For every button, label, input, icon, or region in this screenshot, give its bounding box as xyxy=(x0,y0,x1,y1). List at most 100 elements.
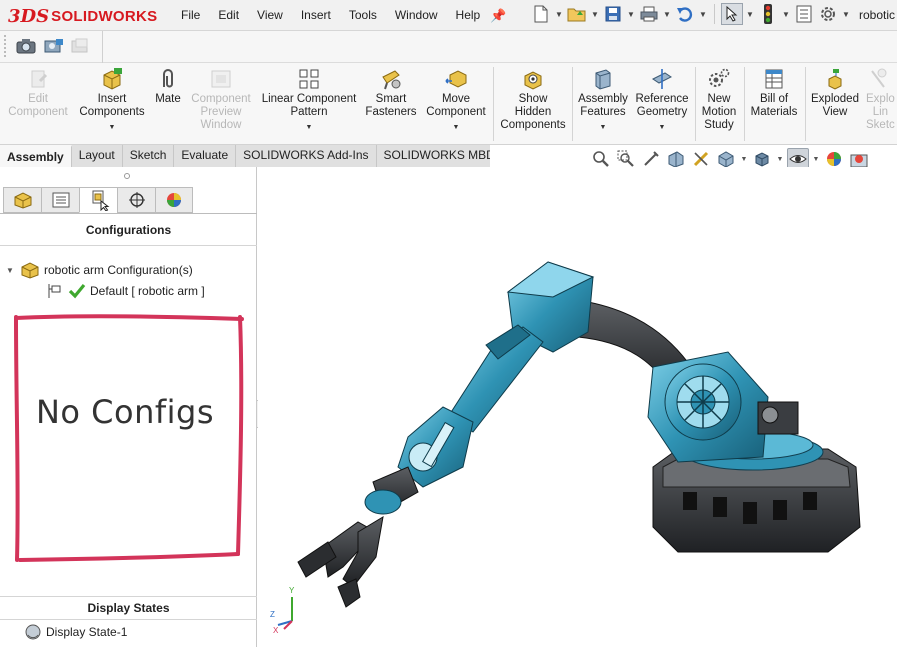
view-orientation-dropdown-arrow[interactable]: ▼ xyxy=(740,156,748,163)
smart-fasteners-icon xyxy=(382,70,401,90)
configuration-root-label: robotic arm Configuration(s) xyxy=(44,263,193,277)
dimxpert-manager-tab[interactable] xyxy=(117,187,155,213)
solidworks-logo[interactable]: 3DS SOLIDWORKS xyxy=(8,4,157,28)
assembly-features-label: Assembly Features xyxy=(578,93,628,118)
insert-components-button[interactable]: Insert Components ▼ xyxy=(76,67,148,134)
undo-dropdown-arrow[interactable]: ▼ xyxy=(698,10,708,19)
hide-show-dropdown-arrow[interactable]: ▼ xyxy=(812,156,820,163)
options-gear-icon[interactable] xyxy=(817,3,839,25)
menu-file[interactable]: File xyxy=(172,8,209,22)
edit-component-button[interactable]: Edit Component xyxy=(6,67,70,119)
display-state-item[interactable]: Display State-1 xyxy=(24,623,127,641)
property-manager-tab[interactable] xyxy=(41,187,79,213)
menu-edit[interactable]: Edit xyxy=(209,8,248,22)
tab-layout[interactable]: Layout xyxy=(71,145,123,167)
bill-of-materials-button[interactable]: Bill of Materials xyxy=(746,67,802,119)
show-hidden-components-button[interactable]: Show Hidden Components xyxy=(497,67,569,132)
print-dropdown-arrow[interactable]: ▼ xyxy=(662,10,672,19)
tab-sketch[interactable]: Sketch xyxy=(122,145,175,167)
feature-manager-tab[interactable] xyxy=(3,187,41,213)
hand-drawn-annotation-box xyxy=(14,314,244,562)
command-manager-ribbon: Edit Component Insert Components ▼ Mate … xyxy=(0,63,897,145)
tab-solidworks-add-ins[interactable]: SOLIDWORKS Add-Ins xyxy=(236,145,377,167)
rebuild-traffic-light-icon[interactable] xyxy=(757,3,779,25)
menu-insert[interactable]: Insert xyxy=(292,8,340,22)
3ds-logo-icon: 3DS xyxy=(8,5,50,27)
insert-components-dropdown-arrow[interactable]: ▼ xyxy=(109,121,116,134)
smart-fasteners-button[interactable]: Smart Fasteners xyxy=(364,67,418,119)
display-states-divider xyxy=(0,596,257,597)
configuration-manager-panel: Configurations ▼ robotic arm Configurati… xyxy=(0,167,257,647)
rebuild-dropdown-arrow[interactable]: ▼ xyxy=(781,10,791,19)
reference-geometry-dropdown-arrow[interactable]: ▼ xyxy=(659,121,666,134)
robotic-arm-model[interactable] xyxy=(258,167,897,647)
camera-icon[interactable] xyxy=(16,37,36,55)
file-properties-icon[interactable] xyxy=(793,3,815,25)
pin-icon[interactable]: 📌 xyxy=(490,8,506,24)
collapse-triangle-icon[interactable]: ▼ xyxy=(6,266,20,275)
assembly-features-dropdown-arrow[interactable]: ▼ xyxy=(600,121,607,134)
print-icon[interactable] xyxy=(638,3,660,25)
menu-bar: File Edit View Insert Tools Window Help xyxy=(172,8,489,22)
configuration-manager-tab[interactable] xyxy=(79,187,117,213)
insert-components-label: Insert Components xyxy=(79,93,145,118)
select-cursor-icon[interactable] xyxy=(721,3,743,25)
tab-solidworks-mbd[interactable]: SOLIDWORKS MBD xyxy=(376,145,503,167)
gripper[interactable] xyxy=(297,516,384,608)
linear-pattern-icon xyxy=(299,69,319,89)
bill-of-materials-label: Bill of Materials xyxy=(750,93,798,118)
linear-pattern-dropdown-arrow[interactable]: ▼ xyxy=(306,121,313,134)
open-dropdown-arrow[interactable]: ▼ xyxy=(590,10,600,19)
show-hidden-components-label: Show Hidden Components xyxy=(500,93,566,131)
title-bar: 3DS SOLIDWORKS File Edit View Insert Too… xyxy=(0,0,897,31)
menu-view[interactable]: View xyxy=(248,8,292,22)
explode-line-sketch-icon xyxy=(871,68,887,88)
new-motion-study-button[interactable]: New Motion Study xyxy=(697,67,741,132)
tab-assembly[interactable]: Assembly xyxy=(0,145,72,167)
tab-evaluate[interactable]: Evaluate xyxy=(174,145,237,167)
display-states-title: Display States xyxy=(87,601,170,615)
save-dropdown-arrow[interactable]: ▼ xyxy=(626,10,636,19)
panel-collapse-handle[interactable] xyxy=(124,173,130,179)
mate-button[interactable]: Mate xyxy=(150,67,186,106)
bill-of-materials-icon xyxy=(765,69,783,89)
toolbar-grip[interactable] xyxy=(4,35,7,57)
linear-component-pattern-button[interactable]: Linear Component Pattern ▼ xyxy=(258,67,360,134)
new-dropdown-arrow[interactable]: ▼ xyxy=(554,10,564,19)
forearm[interactable] xyxy=(447,324,544,433)
default-configuration-item[interactable]: Default [ robotic arm ] xyxy=(46,283,205,299)
assembly-features-button[interactable]: Assembly Features ▼ xyxy=(575,67,631,134)
triad-x-label: X xyxy=(273,626,279,635)
menu-window[interactable]: Window xyxy=(386,8,447,22)
configuration-tree-root[interactable]: ▼ robotic arm Configuration(s) xyxy=(6,261,193,279)
exploded-view-button[interactable]: Exploded View xyxy=(807,67,863,119)
graphics-viewport[interactable] xyxy=(258,167,897,647)
insert-components-icon xyxy=(103,68,122,90)
new-document-icon[interactable] xyxy=(530,3,552,25)
new-motion-study-icon xyxy=(709,68,730,87)
camera-view-icon[interactable] xyxy=(44,37,64,55)
component-preview-window-label: Component Preview Window xyxy=(191,93,251,131)
display-style-dropdown-arrow[interactable]: ▼ xyxy=(776,156,784,163)
save-icon[interactable] xyxy=(602,3,624,25)
move-component-icon xyxy=(445,70,467,88)
options-dropdown-arrow[interactable]: ▼ xyxy=(841,10,851,19)
open-folder-icon[interactable] xyxy=(566,3,588,25)
reference-geometry-button[interactable]: Reference Geometry ▼ xyxy=(632,67,692,134)
undo-icon[interactable] xyxy=(674,3,696,25)
ribbon-separator xyxy=(572,67,573,141)
explode-line-sketch-button[interactable]: Explo Lin Sketc xyxy=(866,67,897,132)
reference-geometry-label: Reference Geometry xyxy=(635,93,689,118)
menu-help[interactable]: Help xyxy=(447,8,490,22)
component-preview-window-button[interactable]: Component Preview Window xyxy=(188,67,254,132)
disabled-view-icon xyxy=(70,37,90,55)
move-component-dropdown-arrow[interactable]: ▼ xyxy=(453,121,460,134)
linear-component-pattern-label: Linear Component Pattern xyxy=(261,93,357,118)
wrist-joint[interactable] xyxy=(364,406,474,515)
select-dropdown-arrow[interactable]: ▼ xyxy=(745,10,755,19)
display-manager-tab[interactable] xyxy=(155,187,193,213)
menu-tools[interactable]: Tools xyxy=(340,8,386,22)
feature-manager-icon xyxy=(14,192,31,209)
move-component-button[interactable]: Move Component ▼ xyxy=(422,67,490,134)
dimxpert-crosshair-icon xyxy=(128,192,145,208)
